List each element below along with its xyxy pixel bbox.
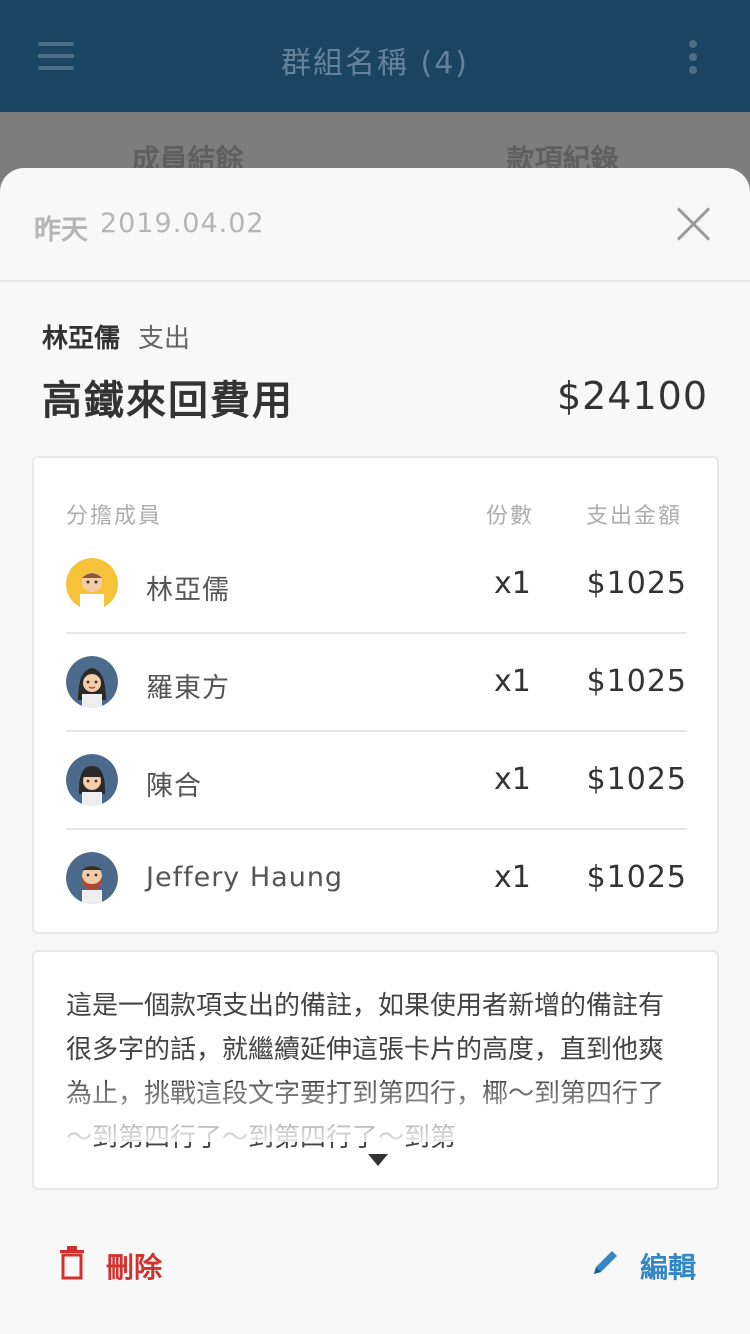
pencil-icon <box>590 1246 622 1278</box>
expense-title: 高鐵來回費用 <box>42 378 294 424</box>
member-shares: x1 <box>494 762 531 797</box>
member-amount: $1025 <box>586 762 687 797</box>
date-value: 2019.04.02 <box>100 208 265 239</box>
member-name: 羅東方 <box>146 673 230 704</box>
member-row: 羅東方 x1 $1025 <box>66 634 687 732</box>
split-members-card: 分擔成員 份數 支出金額 林亞儒 x1 $1025 羅東方 x1 $1025 陳… <box>32 456 719 934</box>
member-shares: x1 <box>494 860 531 895</box>
member-name: 林亞儒 <box>146 575 230 606</box>
member-amount: $1025 <box>586 664 687 699</box>
avatar <box>66 656 118 708</box>
payer-name: 林亞儒 <box>42 324 121 354</box>
trash-icon <box>58 1246 86 1280</box>
header-amount: 支出金額 <box>586 504 683 529</box>
member-shares: x1 <box>494 664 531 699</box>
close-icon[interactable] <box>676 206 712 242</box>
member-amount: $1025 <box>586 566 687 601</box>
edit-button[interactable]: 編輯 <box>590 1244 710 1284</box>
avatar <box>66 754 118 806</box>
avatar <box>66 558 118 610</box>
edit-label: 編輯 <box>640 1251 697 1284</box>
member-row: 林亞儒 x1 $1025 <box>66 536 687 634</box>
note-fade <box>34 1082 717 1142</box>
date-label: 昨天 <box>34 215 88 246</box>
member-row: 陳合 x1 $1025 <box>66 732 687 830</box>
avatar <box>66 852 118 904</box>
more-vert-icon[interactable] <box>689 40 699 74</box>
expense-detail-sheet: 昨天 2019.04.02 林亞儒 支出 高鐵來回費用 $24100 分擔成員 … <box>0 168 750 1334</box>
payer-action: 支出 <box>138 324 191 354</box>
header-shares: 份數 <box>486 504 535 529</box>
sheet-header: 昨天 2019.04.02 <box>0 168 750 282</box>
expense-total-amount: $24100 <box>556 374 708 418</box>
member-name: Jeffery Haung <box>146 862 344 893</box>
delete-label: 刪除 <box>106 1251 163 1284</box>
app-bar: 群組名稱 (4) <box>0 0 750 112</box>
member-amount: $1025 <box>586 860 687 895</box>
member-shares: x1 <box>494 566 531 601</box>
group-title: 群組名稱 (4) <box>280 46 470 81</box>
member-name: 陳合 <box>146 771 202 802</box>
header-members: 分擔成員 <box>66 504 163 529</box>
member-row: Jeffery Haung x1 $1025 <box>66 830 687 928</box>
expand-arrow-icon[interactable] <box>368 1154 388 1166</box>
note-card[interactable]: 這是一個款項支出的備註，如果使用者新增的備註有很多字的話，就繼續延伸這張卡片的高… <box>32 950 719 1190</box>
